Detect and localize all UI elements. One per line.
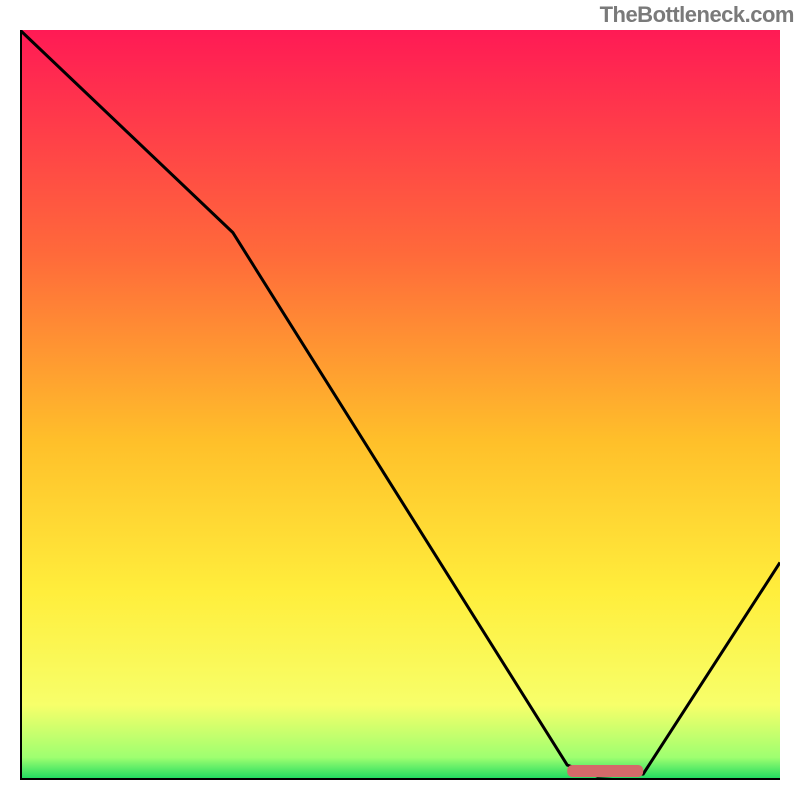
chart-container: TheBottleneck.com — [0, 0, 800, 800]
chart-plot — [20, 30, 780, 780]
chart-background — [20, 30, 780, 780]
chart-svg — [20, 30, 780, 780]
watermark-text: TheBottleneck.com — [600, 2, 794, 28]
optimum-marker — [567, 765, 643, 777]
